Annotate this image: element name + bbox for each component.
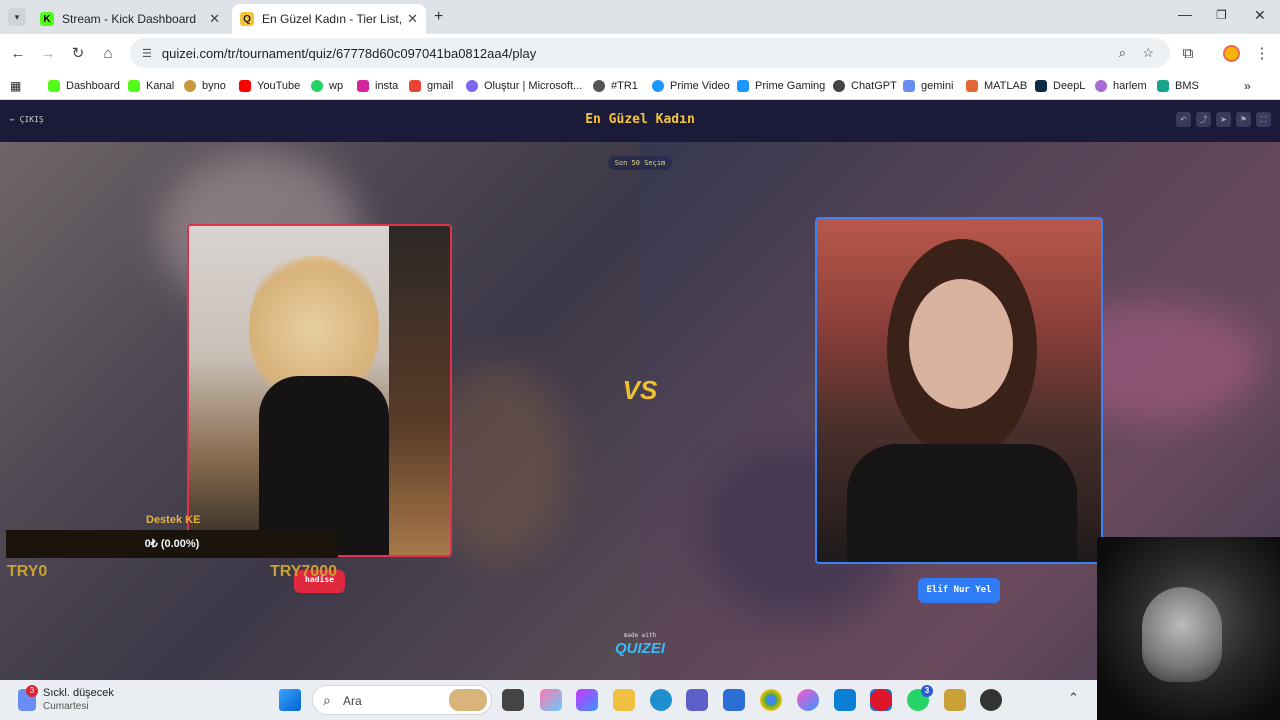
- extensions-icon[interactable]: ⧉: [1178, 43, 1198, 63]
- reload-icon[interactable]: ↻: [68, 43, 88, 63]
- fullscreen-icon[interactable]: ⛶: [1256, 112, 1271, 127]
- bookmark-prime-gaming[interactable]: Prime Gaming: [737, 77, 825, 95]
- edge-icon[interactable]: [650, 689, 672, 711]
- restore-icon[interactable]: ❐: [1216, 8, 1227, 22]
- weather-widget[interactable]: 3 Sıckl. düşecek Cumartesi: [18, 685, 168, 715]
- webcam-overlay: [1097, 537, 1280, 720]
- bookmark-gemini[interactable]: gemini: [903, 77, 953, 95]
- start-icon[interactable]: [279, 689, 301, 711]
- bookmark-youtube[interactable]: YouTube: [239, 77, 300, 95]
- right-choice-button[interactable]: Elif Nur Yel: [918, 578, 1000, 603]
- bookmark-microsoft[interactable]: Oluştur | Microsoft...: [466, 77, 582, 95]
- right-choice-image[interactable]: [815, 217, 1103, 564]
- bookmark-tr1[interactable]: #TR1: [593, 77, 638, 95]
- donation-progress-bar: 0₺ (0.00%): [6, 530, 338, 558]
- whatsapp-icon[interactable]: 3: [907, 685, 933, 711]
- search-highlight-image: [449, 689, 487, 711]
- made-with-label: made with: [623, 632, 657, 639]
- app-icon-blue[interactable]: [834, 689, 856, 711]
- copilot-icon[interactable]: [540, 689, 562, 711]
- address-bar[interactable]: ☰ quizei.com/tr/tournament/quiz/67778d60…: [130, 38, 1170, 68]
- bookmark-matlab[interactable]: MATLAB: [966, 77, 1027, 95]
- weather-badge: 3: [26, 685, 38, 697]
- close-tab-icon[interactable]: ✕: [407, 11, 418, 27]
- weather-subtitle: Cumartesi: [43, 701, 89, 712]
- app-icon-dark[interactable]: [980, 689, 1002, 711]
- donation-title: Destek KE: [146, 514, 201, 526]
- bookmark-byno[interactable]: byno: [184, 77, 226, 95]
- quizei-icon: Q: [240, 12, 254, 26]
- bookmark-kanal[interactable]: Kanal: [128, 77, 174, 95]
- bookmark-wp[interactable]: wp: [311, 77, 343, 95]
- quizei-logo[interactable]: QUIZEI: [600, 640, 680, 657]
- kick-icon: K: [40, 12, 54, 26]
- zoom-icon[interactable]: ⌕: [1119, 45, 1126, 61]
- menu-icon[interactable]: ⋮: [1252, 43, 1272, 63]
- tab-title: En Güzel Kadın - Tier List, Kör S: [262, 12, 402, 26]
- whatsapp-badge: 3: [921, 685, 933, 697]
- quiz-header: ← ÇIKIŞ En Güzel Kadın ↶ ⤴ ➤ ⚑ ⛶: [0, 100, 1280, 142]
- search-icon: ⌕: [323, 692, 331, 708]
- donation-goal-current: TRY0: [7, 563, 48, 580]
- m365-icon[interactable]: [576, 689, 598, 711]
- minimize-icon[interactable]: —: [1178, 6, 1192, 22]
- tray-chevron-icon[interactable]: ⌃: [1068, 690, 1079, 706]
- profile-avatar[interactable]: [1223, 45, 1240, 62]
- send-icon[interactable]: ➤: [1216, 112, 1231, 127]
- browser-tab-bar: ▾ K Stream - Kick Dashboard ✕ Q En Güzel…: [0, 0, 1280, 34]
- task-view-icon[interactable]: [502, 689, 524, 711]
- back-icon[interactable]: ←: [8, 43, 28, 63]
- browser-toolbar: ← → ↻ ⌂ ☰ quizei.com/tr/tournament/quiz/…: [0, 34, 1280, 72]
- bookmark-star-icon[interactable]: ☆: [1142, 45, 1154, 61]
- donation-amount: 0₺ (0.00%): [144, 538, 200, 550]
- weather-title: Sıckl. düşecek: [43, 687, 114, 699]
- tab-quizei[interactable]: Q En Güzel Kadın - Tier List, Kör S ✕: [232, 4, 426, 34]
- tab-list-button[interactable]: ▾: [8, 8, 26, 26]
- bookmark-harlem[interactable]: harlem: [1095, 77, 1147, 95]
- skull-mask: [1142, 587, 1222, 682]
- flag-icon[interactable]: ⚑: [1236, 112, 1251, 127]
- bookmark-prime-video[interactable]: Prime Video: [652, 77, 730, 95]
- file-explorer-icon[interactable]: [613, 689, 635, 711]
- chrome-icon[interactable]: [760, 689, 782, 711]
- windows-taskbar: 3 Sıckl. düşecek Cumartesi ⌕ Ara 3 ⌃: [0, 680, 1280, 720]
- bookmark-bms[interactable]: BMS: [1157, 77, 1199, 95]
- donation-goal-target: TRY7000: [270, 563, 337, 580]
- close-window-icon[interactable]: ✕: [1254, 7, 1266, 24]
- opera-icon[interactable]: [870, 689, 892, 711]
- last-choices-badge[interactable]: Son 50 Seçim: [608, 156, 672, 170]
- tab-title: Stream - Kick Dashboard: [62, 12, 197, 26]
- more-bookmarks-icon[interactable]: »: [1244, 77, 1251, 95]
- site-info-icon[interactable]: ☰: [142, 47, 152, 60]
- bookmark-chatgpt[interactable]: ChatGPT: [833, 77, 897, 95]
- undo-icon[interactable]: ↶: [1176, 112, 1191, 127]
- close-tab-icon[interactable]: ✕: [209, 11, 220, 27]
- teams-icon[interactable]: [686, 689, 708, 711]
- apps-icon[interactable]: ▦: [10, 77, 21, 95]
- url-text: quizei.com/tr/tournament/quiz/67778d60c0…: [161, 45, 537, 61]
- bookmark-dashboard[interactable]: Dashboard: [48, 77, 120, 95]
- paint-icon[interactable]: [797, 689, 819, 711]
- quiz-page: ← ÇIKIŞ En Güzel Kadın ↶ ⤴ ➤ ⚑ ⛶ Son 50 …: [0, 100, 1280, 680]
- store-icon[interactable]: [723, 689, 745, 711]
- bookmark-deepl[interactable]: DeepL: [1035, 77, 1085, 95]
- left-choice-image[interactable]: [187, 224, 452, 557]
- share-icon[interactable]: ⤴: [1196, 112, 1211, 127]
- bookmark-insta[interactable]: insta: [357, 77, 398, 95]
- tab-kick-dashboard[interactable]: K Stream - Kick Dashboard ✕: [32, 4, 228, 34]
- new-tab-button[interactable]: +: [434, 8, 443, 26]
- search-placeholder: Ara: [343, 694, 362, 708]
- search-box[interactable]: ⌕ Ara: [312, 685, 492, 715]
- vs-icon: VS: [622, 375, 658, 405]
- forward-icon[interactable]: →: [38, 43, 58, 63]
- bookmarks-bar: ▦ Dashboard Kanal byno YouTube wp insta …: [0, 72, 1280, 100]
- bookmark-gmail[interactable]: gmail: [409, 77, 453, 95]
- home-icon[interactable]: ⌂: [98, 43, 118, 63]
- page-title: En Güzel Kadın: [585, 112, 695, 127]
- app-icon-yellow[interactable]: [944, 689, 966, 711]
